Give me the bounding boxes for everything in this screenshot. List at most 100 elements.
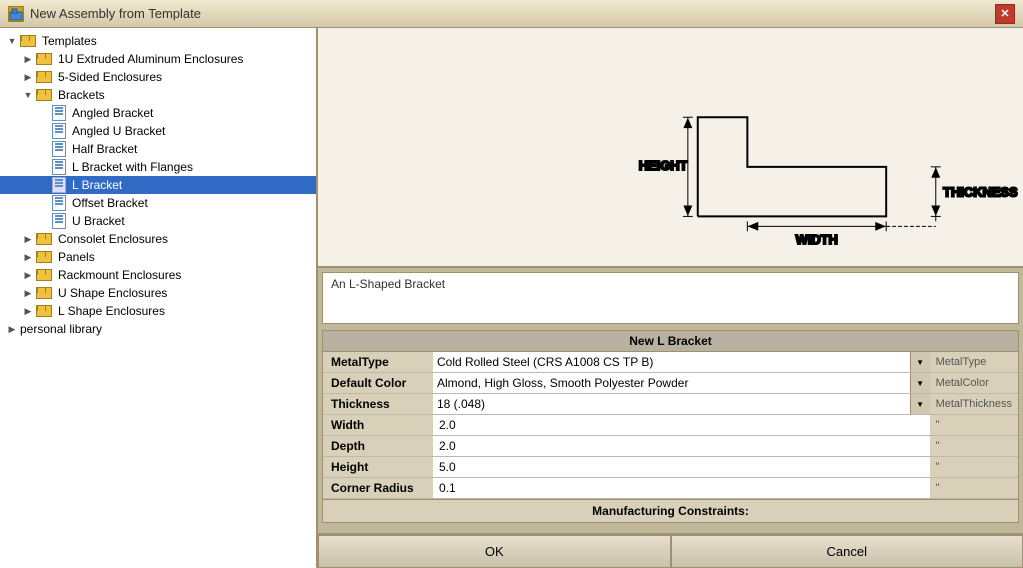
folder-icon-1u	[36, 53, 52, 65]
right-panel: HEIGHT WIDTH THICKNESS	[318, 28, 1023, 568]
tree-item-templates[interactable]: ▼ Templates	[0, 32, 316, 50]
input-depth[interactable]	[435, 437, 928, 455]
label-metaltype: MetalType	[323, 352, 433, 373]
field-thickness[interactable]: ▼	[433, 394, 930, 415]
tree-label-l-bracket-flanges: L Bracket with Flanges	[72, 160, 193, 174]
cancel-button[interactable]: Cancel	[671, 535, 1023, 568]
form-grid: MetalType ▼ MetalType Default Color ▼ Me…	[323, 352, 1018, 499]
field-depth[interactable]	[433, 436, 930, 457]
form-title: New L Bracket	[323, 331, 1018, 352]
tree-item-angled-u-bracket[interactable]: ▶ Angled U Bracket	[0, 122, 316, 140]
field-width[interactable]	[433, 415, 930, 436]
tree-item-5sided[interactable]: ▶ 5-Sided Enclosures	[0, 68, 316, 86]
tree-item-half-bracket[interactable]: ▶ Half Bracket	[0, 140, 316, 158]
input-corner-radius[interactable]	[435, 479, 928, 497]
title-bar: New Assembly from Template ✕	[0, 0, 1023, 28]
doc-icon-half-bracket	[52, 141, 66, 157]
doc-icon-offset-bracket	[52, 195, 66, 211]
tree-item-brackets[interactable]: ▼ Brackets	[0, 86, 316, 104]
folder-icon-ushape	[36, 287, 52, 299]
expander-ushape: ▶	[20, 285, 36, 301]
tree-item-consolet[interactable]: ▶ Consolet Enclosures	[0, 230, 316, 248]
folder-icon-panels	[36, 251, 52, 263]
input-width[interactable]	[435, 416, 928, 434]
input-metaltype[interactable]	[433, 353, 910, 371]
tree-item-lshape[interactable]: ▶ L Shape Enclosures	[0, 302, 316, 320]
tree-label-1u: 1U Extruded Aluminum Enclosures	[58, 52, 243, 66]
label-thickness: Thickness	[323, 394, 433, 415]
expander-5sided: ▶	[20, 69, 36, 85]
tree-label-angled-u-bracket: Angled U Bracket	[72, 124, 165, 138]
suffix-color: MetalColor	[930, 373, 1018, 394]
svg-text:HEIGHT: HEIGHT	[639, 158, 688, 173]
expander-lshape: ▶	[20, 303, 36, 319]
main-container: ▼ Templates ▶ 1U Extruded Aluminum Enclo…	[0, 28, 1023, 568]
ok-button[interactable]: OK	[318, 535, 671, 568]
svg-text:THICKNESS: THICKNESS	[943, 185, 1018, 200]
folder-icon-5sided	[36, 71, 52, 83]
tree-label-half-bracket: Half Bracket	[72, 142, 137, 156]
suffix-width: "	[930, 415, 1018, 436]
tree-item-panels[interactable]: ▶ Panels	[0, 248, 316, 266]
tree-label-5sided: 5-Sided Enclosures	[58, 70, 162, 84]
svg-text:WIDTH: WIDTH	[796, 232, 838, 247]
tree-label-brackets: Brackets	[58, 88, 105, 102]
folder-icon-lshape	[36, 305, 52, 317]
field-corner-radius[interactable]	[433, 478, 930, 499]
doc-icon-l-bracket	[52, 177, 66, 193]
tree-label-lshape: L Shape Enclosures	[58, 304, 165, 318]
tree-label-l-bracket: L Bracket	[72, 178, 122, 192]
folder-icon-brackets	[36, 89, 52, 101]
tree-label-templates: Templates	[42, 34, 97, 48]
tree-item-l-bracket[interactable]: ▶ L Bracket	[0, 176, 316, 194]
tree-label-u-bracket: U Bracket	[72, 214, 125, 228]
tree-panel: ▼ Templates ▶ 1U Extruded Aluminum Enclo…	[0, 28, 318, 568]
doc-icon-l-bracket-flanges	[52, 159, 66, 175]
tree-item-angled-bracket[interactable]: ▶ Angled Bracket	[0, 104, 316, 122]
input-thickness[interactable]	[433, 395, 910, 413]
label-color: Default Color	[323, 373, 433, 394]
field-color[interactable]: ▼	[433, 373, 930, 394]
suffix-metaltype: MetalType	[930, 352, 1018, 373]
close-button[interactable]: ✕	[995, 4, 1015, 24]
description-box: An L-Shaped Bracket	[322, 272, 1019, 324]
suffix-corner-radius: "	[930, 478, 1018, 499]
label-depth: Depth	[323, 436, 433, 457]
doc-icon-angled-u-bracket	[52, 123, 66, 139]
label-height: Height	[323, 457, 433, 478]
folder-icon-consolet	[36, 233, 52, 245]
tree-item-1u[interactable]: ▶ 1U Extruded Aluminum Enclosures	[0, 50, 316, 68]
input-color[interactable]	[433, 374, 910, 392]
expander-templates: ▼	[4, 33, 20, 49]
dropdown-btn-color[interactable]: ▼	[910, 373, 930, 393]
tree-label-personal: personal library	[20, 322, 102, 336]
dropdown-btn-thickness[interactable]: ▼	[910, 394, 930, 414]
input-height[interactable]	[435, 458, 928, 476]
dropdown-btn-metaltype[interactable]: ▼	[910, 352, 930, 372]
tree-item-l-bracket-flanges[interactable]: ▶ L Bracket with Flanges	[0, 158, 316, 176]
diagram-svg: HEIGHT WIDTH THICKNESS	[318, 28, 1023, 266]
button-row: OK Cancel	[318, 533, 1023, 568]
title-bar-left: New Assembly from Template	[8, 6, 201, 22]
tree-item-u-bracket[interactable]: ▶ U Bracket	[0, 212, 316, 230]
expander-consolet: ▶	[20, 231, 36, 247]
tree-item-offset-bracket[interactable]: ▶ Offset Bracket	[0, 194, 316, 212]
expander-1u: ▶	[20, 51, 36, 67]
field-metaltype[interactable]: ▼	[433, 352, 930, 373]
tree-item-personal[interactable]: ▶ personal library	[0, 320, 316, 338]
doc-icon-angled-bracket	[52, 105, 66, 121]
expander-personal: ▶	[4, 321, 20, 337]
diagram-area: HEIGHT WIDTH THICKNESS	[318, 28, 1023, 268]
folder-icon-rackmount	[36, 269, 52, 281]
tree-item-ushape[interactable]: ▶ U Shape Enclosures	[0, 284, 316, 302]
label-width: Width	[323, 415, 433, 436]
suffix-height: "	[930, 457, 1018, 478]
tree-label-angled-bracket: Angled Bracket	[72, 106, 153, 120]
label-corner-radius: Corner Radius	[323, 478, 433, 499]
tree-label-consolet: Consolet Enclosures	[58, 232, 168, 246]
tree-label-rackmount: Rackmount Enclosures	[58, 268, 181, 282]
description-text: An L-Shaped Bracket	[331, 277, 445, 291]
expander-rackmount: ▶	[20, 267, 36, 283]
field-height[interactable]	[433, 457, 930, 478]
tree-item-rackmount[interactable]: ▶ Rackmount Enclosures	[0, 266, 316, 284]
